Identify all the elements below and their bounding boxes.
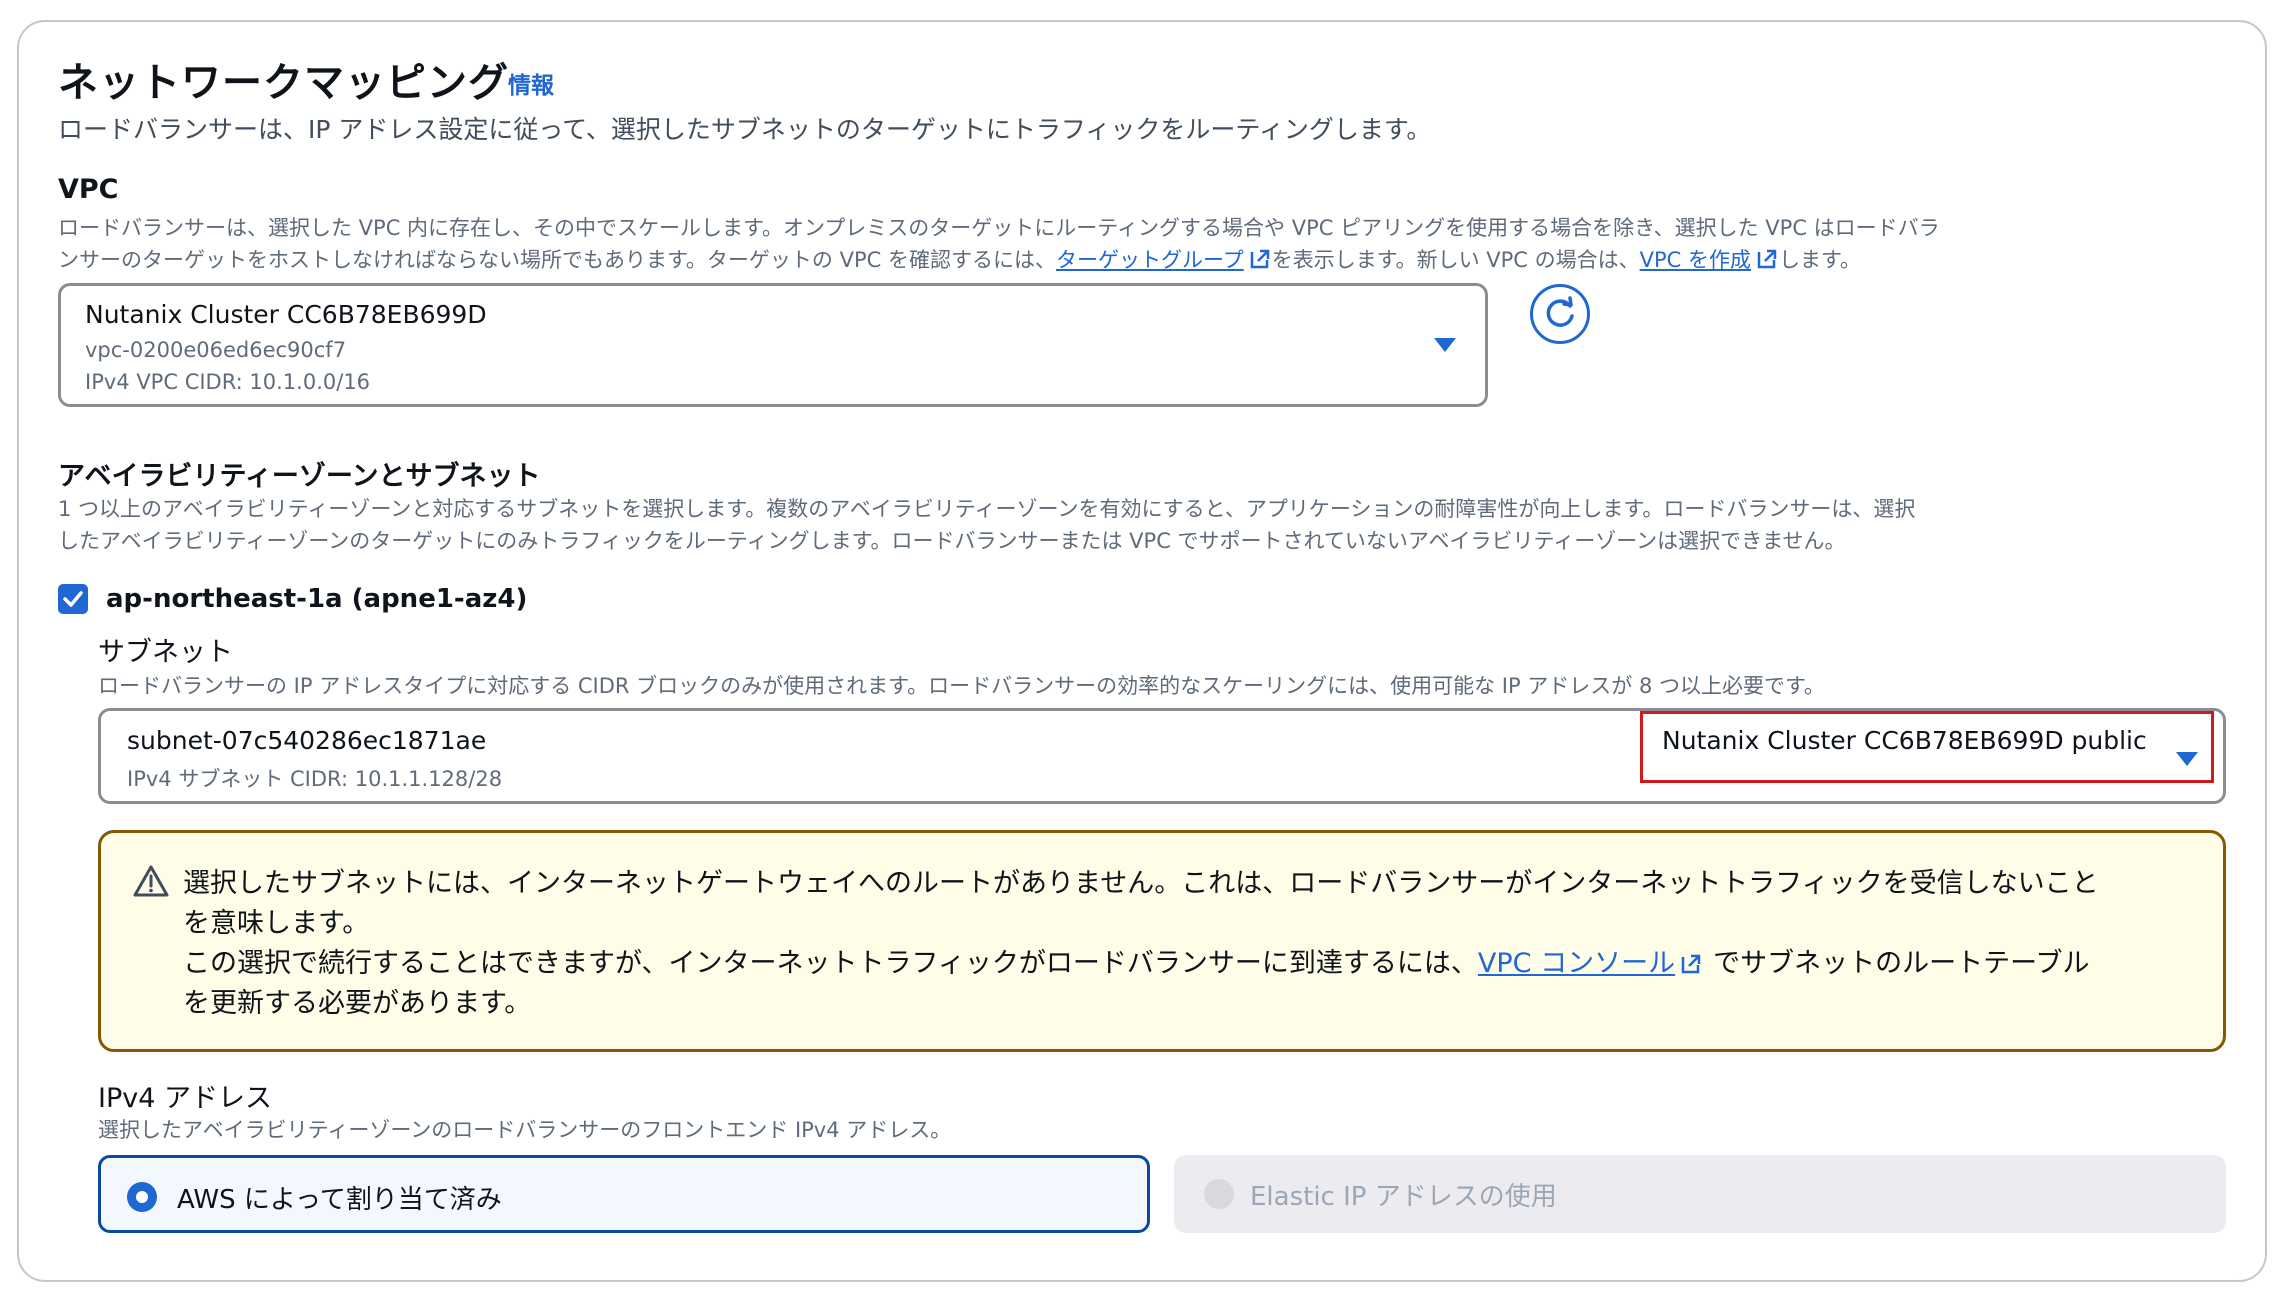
- vpc-select[interactable]: Nutanix Cluster CC6B78EB699D vpc-0200e06…: [58, 283, 1488, 407]
- warning-line3: この選択で続行することはできますが、インターネットトラフィックがロードバランサー…: [183, 941, 2090, 980]
- vpc-selected-name: Nutanix Cluster CC6B78EB699D: [85, 300, 487, 329]
- warning-icon: [133, 865, 169, 897]
- warning-line1: 選択したサブネットには、インターネットゲートウェイへのルートがありません。これは…: [183, 868, 2099, 899]
- warning-alert: 選択したサブネットには、インターネットゲートウェイへのルートがありません。これは…: [98, 830, 2226, 1052]
- warning-line3-text-a: この選択で続行することはできますが、インターネットトラフィックがロードバランサー…: [183, 948, 1478, 979]
- subnet-selected-cidr: IPv4 サブネット CIDR: 10.1.1.128/28: [127, 767, 503, 791]
- radio-selected-icon: [127, 1182, 157, 1212]
- vpc-selected-cidr: IPv4 VPC CIDR: 10.1.0.0/16: [85, 370, 371, 394]
- vpc-desc-text-b: を表示します。新しい VPC の場合は、: [1271, 248, 1640, 272]
- caret-down-icon: [1434, 338, 1456, 352]
- page-title: ネットワークマッピング: [58, 60, 509, 106]
- external-link-icon: [1681, 954, 1701, 974]
- warning-line2: を意味します。: [183, 908, 370, 939]
- subnet-description: ロードバランサーの IP アドレスタイプに対応する CIDR ブロックのみが使用…: [98, 674, 1825, 698]
- vpc-selected-id: vpc-0200e06ed6ec90cf7: [85, 338, 347, 362]
- external-link-icon: [1757, 249, 1777, 269]
- network-mapping-panel: [17, 20, 2267, 1282]
- zone-checkbox[interactable]: [58, 584, 88, 614]
- vpc-heading: VPC: [58, 174, 119, 205]
- radio-disabled-icon: [1204, 1179, 1234, 1209]
- subnet-selected-id: subnet-07c540286ec1871ae: [127, 726, 487, 755]
- vpc-console-link[interactable]: VPC コンソール: [1478, 948, 1675, 979]
- ipv4-heading: IPv4 アドレス: [98, 1083, 272, 1114]
- az-description-line1: 1 つ以上のアベイラビリティーゾーンと対応するサブネットを選択します。複数のアベ…: [58, 497, 1916, 521]
- refresh-button[interactable]: [1530, 284, 1590, 344]
- az-heading: アベイラビリティーゾーンとサブネット: [58, 461, 541, 492]
- external-link-icon: [1250, 249, 1269, 269]
- target-group-link[interactable]: ターゲットグループ: [1056, 248, 1244, 272]
- radio-label-aws-assigned: AWS によって割り当て済み: [177, 1185, 502, 1215]
- section-description: ロードバランサーは、IP アドレス設定に従って、選択したサブネットのターゲットに…: [58, 115, 1432, 144]
- az-description-line2: したアベイラビリティーゾーンのターゲットにのみトラフィックをルーティングします。…: [58, 529, 1846, 553]
- vpc-description-line2: ンサーのターゲットをホストしなければならない場所でもあります。ターゲットの VP…: [58, 244, 1861, 274]
- radio-label-elastic-ip: Elastic IP アドレスの使用: [1250, 1182, 1557, 1212]
- vpc-desc-text-c: します。: [1779, 248, 1861, 272]
- highlight-annotation: [1640, 711, 2214, 783]
- create-vpc-link[interactable]: VPC を作成: [1640, 248, 1751, 272]
- warning-line4: を更新する必要があります。: [183, 988, 532, 1019]
- radio-option-aws-assigned[interactable]: AWS によって割り当て済み: [98, 1155, 1150, 1233]
- info-link[interactable]: 情報: [508, 66, 554, 100]
- refresh-icon: [1546, 296, 1574, 327]
- vpc-description-line1: ロードバランサーは、選択した VPC 内に存在し、その中でスケールします。オンプ…: [58, 216, 1940, 240]
- subnet-heading: サブネット: [98, 637, 233, 668]
- zone-label[interactable]: ap-northeast-1a (apne1-az4): [106, 584, 527, 614]
- ipv4-description: 選択したアベイラビリティーゾーンのロードバランサーのフロントエンド IPv4 ア…: [98, 1118, 952, 1142]
- checkmark-icon: [63, 591, 83, 607]
- vpc-desc-text-a: ンサーのターゲットをホストしなければならない場所でもあります。ターゲットの VP…: [58, 248, 1056, 272]
- radio-option-elastic-ip: Elastic IP アドレスの使用: [1174, 1155, 2226, 1233]
- warning-line3-text-b: でサブネットのルートテーブル: [1713, 948, 2090, 979]
